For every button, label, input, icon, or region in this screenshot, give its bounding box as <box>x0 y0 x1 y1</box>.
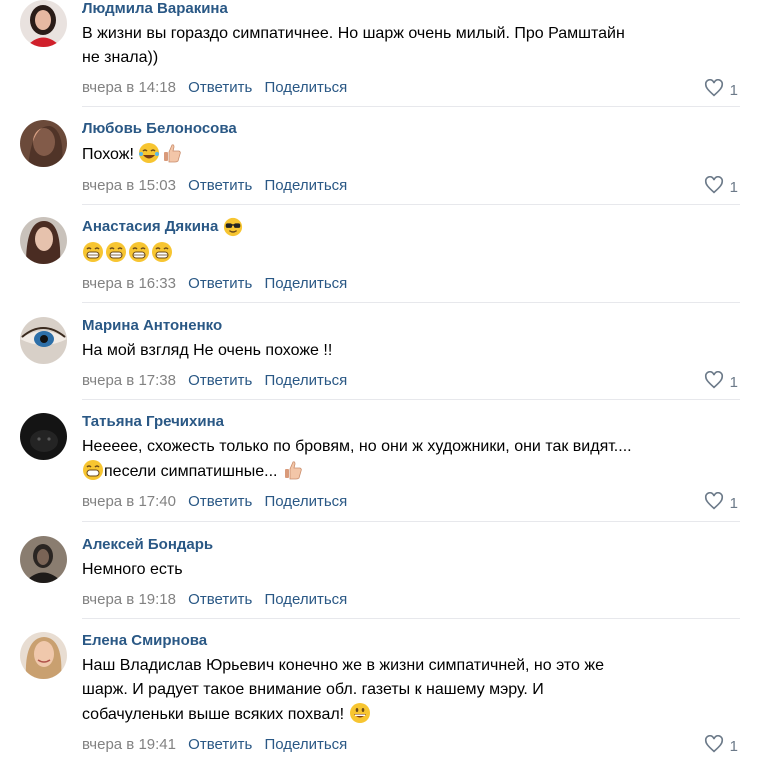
share-link[interactable]: Поделиться <box>264 79 347 96</box>
sunglasses-emoji <box>223 217 243 237</box>
share-link[interactable]: Поделиться <box>264 275 347 292</box>
author-name[interactable]: Любовь Белоносова <box>82 120 740 138</box>
comment-date[interactable]: вчера в 17:40 <box>82 493 176 510</box>
divider <box>82 618 740 619</box>
comment-meta: вчера в 17:40 Ответить Поделиться <box>82 493 347 511</box>
grinning-emoji <box>82 459 104 481</box>
comment-meta: вчера в 14:18 Ответить Поделиться <box>82 79 347 97</box>
like-button[interactable]: 1 <box>704 78 738 102</box>
comment-meta: вчера в 16:33 Ответить Поделиться <box>82 275 347 293</box>
comment-meta: вчера в 17:38 Ответить Поделиться <box>82 372 347 390</box>
like-button[interactable]: 1 <box>704 370 738 394</box>
author-name[interactable]: Людмила Варакина <box>82 0 740 18</box>
like-count: 1 <box>729 81 738 99</box>
reply-link[interactable]: Ответить <box>188 79 252 96</box>
avatar[interactable] <box>20 632 67 679</box>
like-count: 1 <box>729 737 738 755</box>
comment-text: Немного есть <box>82 561 183 578</box>
share-link[interactable]: Поделиться <box>264 372 347 389</box>
avatar[interactable] <box>20 317 67 364</box>
avatar[interactable] <box>20 0 67 47</box>
avatar[interactable] <box>20 120 67 167</box>
divider <box>82 106 740 107</box>
grinning-emoji <box>128 241 150 263</box>
heart-outline-icon <box>704 370 724 394</box>
comment-text: Наш Владислав Юрьевич конечно же в жизни… <box>82 657 604 724</box>
divider <box>82 302 740 303</box>
grinning-emoji <box>151 241 173 263</box>
like-button[interactable]: 1 <box>704 734 738 758</box>
comment-date[interactable]: вчера в 16:33 <box>82 275 176 292</box>
thumbs-up-emoji <box>161 142 183 164</box>
comment-meta: вчера в 15:03 Ответить Поделиться <box>82 177 347 195</box>
share-link[interactable]: Поделиться <box>264 493 347 510</box>
comment-meta: вчера в 19:18 Ответить Поделиться <box>82 591 347 609</box>
like-count: 1 <box>729 373 738 391</box>
comment-date[interactable]: вчера в 19:41 <box>82 736 176 753</box>
author-name[interactable]: Алексей Бондарь <box>82 536 740 554</box>
heart-outline-icon <box>704 491 724 515</box>
author-name[interactable]: Марина Антоненко <box>82 317 740 335</box>
grinning-emoji <box>105 241 127 263</box>
comment-date[interactable]: вчера в 15:03 <box>82 177 176 194</box>
avatar[interactable] <box>20 217 67 264</box>
share-link[interactable]: Поделиться <box>264 591 347 608</box>
author-name[interactable]: Анастасия Дякина <box>82 217 740 237</box>
heart-outline-icon <box>704 78 724 102</box>
reply-link[interactable]: Ответить <box>188 275 252 292</box>
like-button[interactable]: 1 <box>704 491 738 515</box>
comment-date[interactable]: вчера в 17:38 <box>82 372 176 389</box>
like-button[interactable]: 1 <box>704 175 738 199</box>
divider <box>82 204 740 205</box>
author-name[interactable]: Татьяна Гречихина <box>82 413 740 431</box>
avatar[interactable] <box>20 536 67 583</box>
like-count: 1 <box>729 494 738 512</box>
reply-link[interactable]: Ответить <box>188 372 252 389</box>
comment-text: Похож! <box>82 142 740 167</box>
heart-outline-icon <box>704 734 724 758</box>
like-count: 1 <box>729 178 738 196</box>
tears-of-joy-emoji <box>138 142 160 164</box>
share-link[interactable]: Поделиться <box>264 736 347 753</box>
comment-date[interactable]: вчера в 19:18 <box>82 591 176 608</box>
divider <box>82 521 740 522</box>
comment-text: На мой взгляд Не очень похоже !! <box>82 342 333 359</box>
comment-meta: вчера в 19:41 Ответить Поделиться <box>82 736 347 754</box>
comment-date[interactable]: вчера в 14:18 <box>82 79 176 96</box>
avatar[interactable] <box>20 413 67 460</box>
reply-link[interactable]: Ответить <box>188 493 252 510</box>
reply-link[interactable]: Ответить <box>188 177 252 194</box>
grinning-emoji <box>82 241 104 263</box>
smiling-emoji <box>349 702 371 724</box>
reply-link[interactable]: Ответить <box>188 591 252 608</box>
comments-feed: Людмила Варакина В жизни вы гораздо симп… <box>0 0 760 762</box>
reply-link[interactable]: Ответить <box>188 736 252 753</box>
comment-text: В жизни вы гораздо симпатичнее. Но шарж … <box>82 25 625 66</box>
author-name[interactable]: Елена Смирнова <box>82 632 740 650</box>
thumbs-up-emoji <box>282 459 304 481</box>
comment-text <box>82 241 740 266</box>
heart-outline-icon <box>704 175 724 199</box>
share-link[interactable]: Поделиться <box>264 177 347 194</box>
divider <box>82 399 740 400</box>
comment-text: Неееее, схожесть только по бровям, но он… <box>82 438 632 481</box>
